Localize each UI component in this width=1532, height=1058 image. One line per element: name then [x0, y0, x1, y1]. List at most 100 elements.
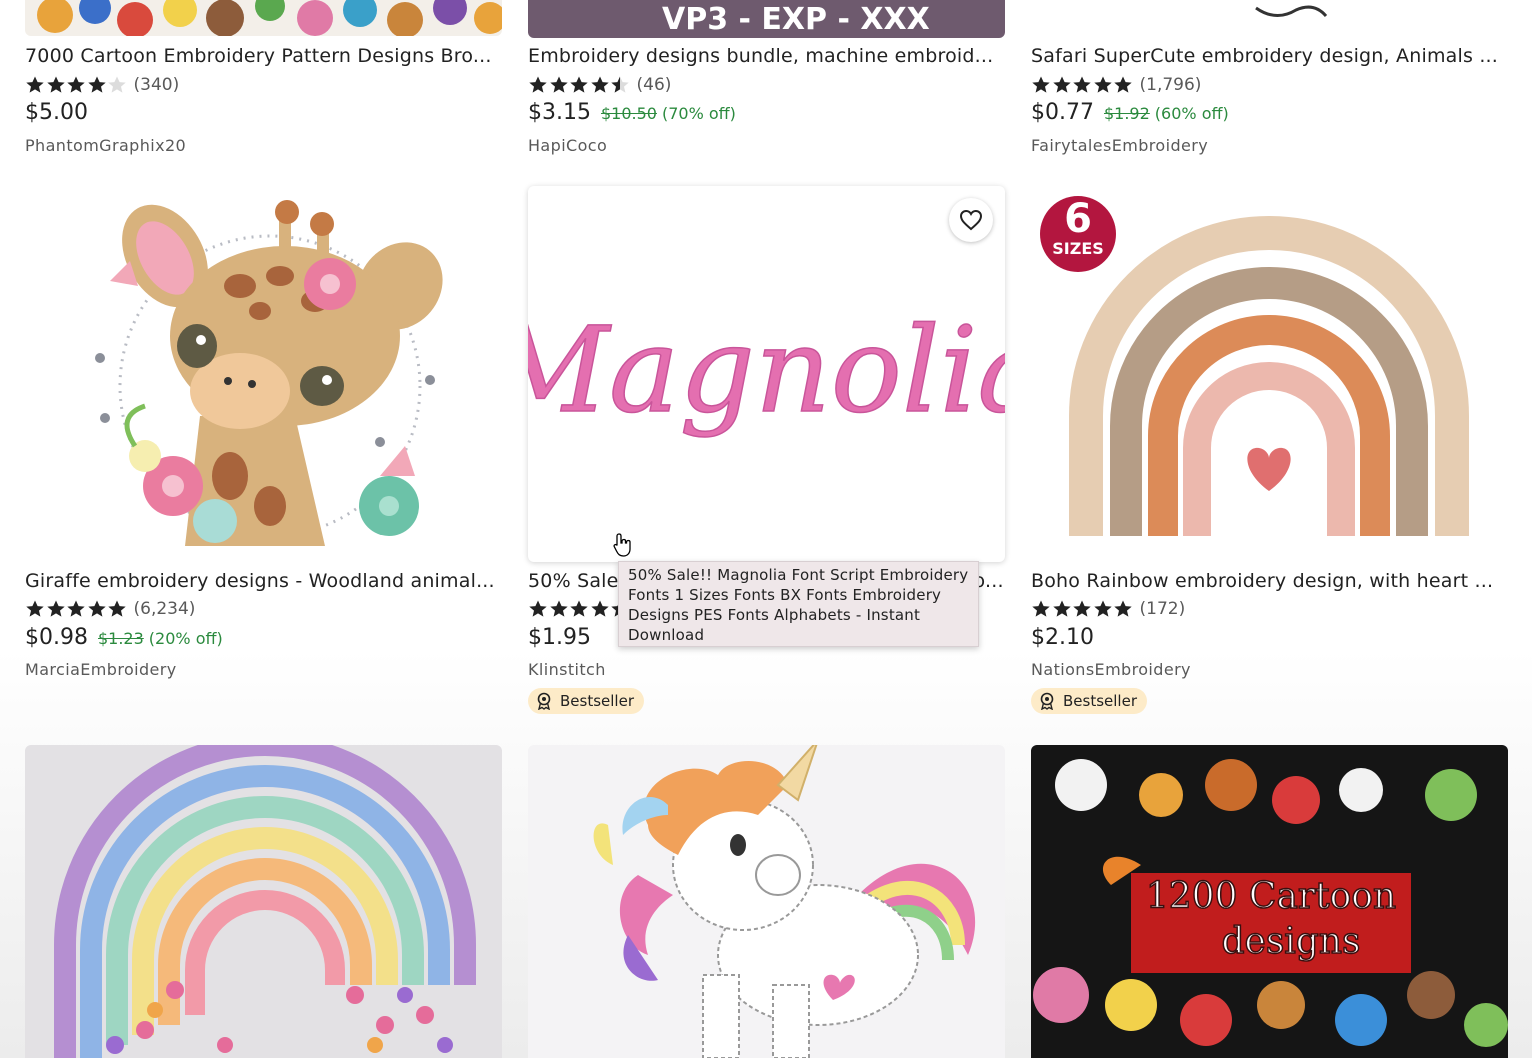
listing-image[interactable] — [25, 745, 502, 1058]
star-rating — [25, 599, 128, 619]
price-row: $5.00 — [25, 100, 88, 125]
price: $2.10 — [1031, 625, 1094, 650]
price-row: $0.98 $1.23 (20% off) — [25, 625, 223, 650]
star-icon — [1052, 600, 1071, 617]
star-icon — [570, 76, 588, 93]
shop-name[interactable]: MarciaEmbroidery — [25, 660, 177, 679]
shop-name[interactable]: NationsEmbroidery — [1031, 660, 1191, 679]
cartoon-collage-image — [25, 0, 502, 36]
review-count: (340) — [133, 75, 180, 95]
star-icon — [611, 76, 629, 93]
star-icon — [67, 76, 85, 93]
star-icon — [1032, 600, 1050, 617]
listing-card[interactable]: Safari SuperCute embroidery design, Anim… — [1031, 0, 1508, 160]
price-row: $2.10 — [1031, 625, 1094, 650]
heart-outline-icon — [959, 209, 983, 231]
cartoon-collage-image: 1200 Cartoon designs — [1031, 745, 1508, 1058]
review-count: (1,796) — [1139, 75, 1202, 95]
discount: (20% off) — [148, 629, 223, 648]
listing-image[interactable] — [528, 745, 1005, 1058]
listing-image[interactable]: Magnolia — [528, 186, 1005, 562]
star-icon — [549, 76, 568, 93]
star-icon — [529, 600, 547, 617]
collage-text-line-2: designs — [1221, 921, 1360, 962]
discount: (60% off) — [1154, 104, 1229, 123]
shop-name[interactable]: PhantomGraphix20 — [25, 136, 186, 155]
review-count: (6,234) — [133, 599, 196, 619]
star-icon — [87, 600, 106, 617]
star-rating — [528, 75, 631, 95]
star-icon — [26, 76, 44, 93]
listing-card[interactable]: 6 SIZES Boho Rainbow embroidery design, … — [1031, 186, 1508, 716]
listing-title[interactable]: Embroidery designs bundle, machine embro… — [528, 45, 1005, 67]
sizes-badge: 6 SIZES — [1040, 196, 1116, 272]
rating: (6,234) — [25, 598, 195, 620]
rating: (172) — [1031, 598, 1185, 620]
price-row: $0.77 $1.92 (60% off) — [1031, 100, 1229, 125]
listing-title[interactable]: 7000 Cartoon Embroidery Pattern Designs … — [25, 45, 502, 67]
listing-card[interactable]: VP3 - EXP - XXX Embroidery designs bundl… — [528, 0, 1005, 160]
bestseller-badge: Bestseller — [528, 688, 644, 714]
star-icon — [1052, 76, 1071, 93]
listing-image[interactable] — [1031, 0, 1508, 36]
star-icon — [26, 600, 44, 617]
star-icon — [1114, 600, 1132, 617]
review-count: (172) — [1139, 599, 1186, 619]
star-icon — [1073, 600, 1091, 617]
listing-card[interactable]: 7000 Cartoon Embroidery Pattern Designs … — [25, 0, 502, 160]
price-row: $3.15 $10.50 (70% off) — [528, 100, 736, 125]
price: $3.15 — [528, 100, 591, 125]
price: $0.98 — [25, 625, 88, 650]
shop-name[interactable]: FairytalesEmbroidery — [1031, 136, 1208, 155]
price: $0.77 — [1031, 100, 1094, 125]
rainbow-hearts-image — [25, 745, 502, 1058]
star-icon — [1093, 600, 1112, 617]
title-tooltip: 50% Sale!! Magnolia Font Script Embroide… — [618, 561, 979, 647]
listing-image[interactable] — [25, 186, 502, 562]
magnolia-script-image: Magnolia — [528, 300, 1005, 440]
listing-title[interactable]: Safari SuperCute embroidery design, Anim… — [1031, 45, 1508, 67]
review-count: (46) — [636, 75, 672, 95]
listing-image[interactable] — [25, 0, 502, 36]
star-icon — [1032, 76, 1050, 93]
listing-card[interactable]: Giraffe embroidery designs - Woodland an… — [25, 186, 502, 686]
rating: (340) — [25, 74, 179, 96]
rating: (1,796) — [1031, 74, 1201, 96]
star-icon — [1073, 76, 1091, 93]
star-icon — [67, 600, 85, 617]
rating: (46) — [528, 74, 671, 96]
star-icon — [570, 600, 588, 617]
rating — [528, 598, 631, 620]
star-icon — [1114, 76, 1132, 93]
award-ribbon-icon — [1040, 692, 1054, 710]
original-price: $1.23 — [97, 629, 144, 648]
star-icon — [87, 76, 106, 93]
star-icon — [549, 600, 568, 617]
price: $5.00 — [25, 100, 88, 125]
magnolia-script-text: Magnolia — [528, 301, 1005, 439]
price-row: $1.95 — [528, 625, 591, 650]
star-rating — [1031, 75, 1134, 95]
listing-image[interactable]: 1200 Cartoon designs — [1031, 745, 1508, 1058]
discount: (70% off) — [661, 104, 736, 123]
shop-name[interactable]: Klinstitch — [528, 660, 606, 679]
listing-title[interactable]: Boho Rainbow embroidery design, with hea… — [1031, 570, 1508, 592]
badge-label: Bestseller — [560, 692, 634, 710]
star-icon — [46, 600, 65, 617]
unicorn-illustration — [528, 745, 1005, 1058]
listing-title[interactable]: Giraffe embroidery designs - Woodland an… — [25, 570, 502, 592]
star-icon — [590, 600, 609, 617]
listing-image[interactable]: VP3 - EXP - XXX — [528, 0, 1005, 38]
favorite-button[interactable] — [949, 198, 993, 242]
badge-label: Bestseller — [1063, 692, 1137, 710]
star-rating — [25, 75, 128, 95]
bestseller-badge: Bestseller — [1031, 688, 1147, 714]
star-icon — [108, 600, 126, 617]
star-rating — [528, 599, 631, 619]
shop-name[interactable]: HapiCoco — [528, 136, 607, 155]
star-icon — [590, 76, 609, 93]
original-price: $1.92 — [1103, 104, 1150, 123]
sizes-badge-label: SIZES — [1052, 239, 1104, 258]
giraffe-illustration — [95, 200, 443, 546]
script-text-image — [1255, 5, 1328, 18]
